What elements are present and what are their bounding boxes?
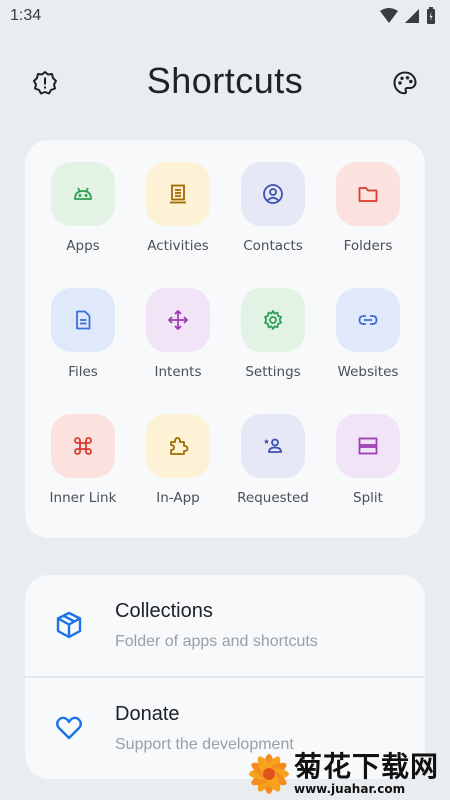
tile-activities[interactable]: Activities: [130, 162, 226, 270]
flower-logo-icon: [249, 754, 289, 794]
tile-icon-bg: [146, 162, 210, 226]
file-icon: [76, 310, 91, 330]
status-bar: 1:34: [0, 0, 450, 32]
list-item-title: Donate: [115, 703, 180, 725]
tile-label: Intents: [154, 364, 202, 380]
tile-icon-bg: [51, 414, 115, 478]
tile-icon-bg: [146, 414, 210, 478]
tile-icon-bg: [336, 162, 400, 226]
list-item-title: Collections: [115, 600, 213, 622]
page-title: Shortcuts: [146, 60, 304, 101]
list-item-collections[interactable]: Collections Folder of apps and shortcuts: [25, 575, 425, 678]
tile-apps[interactable]: Apps: [35, 162, 131, 270]
split-icon: [358, 437, 378, 455]
battery-icon: [427, 7, 435, 24]
tile-icon-bg: [241, 414, 305, 478]
tile-label: Contacts: [243, 238, 303, 254]
tile-icon-bg: [51, 288, 115, 352]
activity-list-icon: [170, 184, 186, 204]
app-header: Shortcuts: [0, 56, 450, 110]
command-icon: [74, 437, 92, 455]
tile-label: Requested: [237, 490, 309, 506]
tile-intents[interactable]: Intents: [130, 288, 226, 396]
move-arrows-icon: [168, 310, 188, 330]
tile-label: Folders: [343, 238, 393, 254]
theme-button[interactable]: [386, 64, 424, 102]
wifi-icon: [380, 8, 398, 23]
tile-in-app[interactable]: In-App: [130, 414, 226, 522]
status-time: 1:34: [10, 7, 42, 24]
android-icon: [74, 187, 92, 200]
tile-label: Split: [353, 490, 383, 506]
tile-label: Activities: [147, 238, 209, 254]
palette-icon: [393, 71, 417, 95]
tile-websites[interactable]: Websites: [320, 288, 416, 396]
tile-split[interactable]: Split: [320, 414, 416, 522]
tile-label: Websites: [337, 364, 399, 380]
tile-label: Settings: [245, 364, 301, 380]
tile-label: In-App: [156, 490, 200, 506]
folder-icon: [358, 187, 378, 202]
puzzle-icon: [170, 437, 189, 455]
contact-icon: [263, 184, 283, 204]
list-item-subtitle: Folder of apps and shortcuts: [115, 633, 318, 650]
tile-icon-bg: [241, 288, 305, 352]
tile-files[interactable]: Files: [35, 288, 131, 396]
tile-icon-bg: [146, 288, 210, 352]
tile-folders[interactable]: Folders: [320, 162, 416, 270]
watermark-text: 菊花下载网 www.juahar.com: [294, 750, 440, 797]
tile-icon-bg: [241, 162, 305, 226]
watermark-name: 菊花下载网: [294, 750, 440, 783]
tile-label: Inner Link: [49, 490, 117, 506]
link-icon: [358, 315, 378, 325]
tile-settings[interactable]: Settings: [225, 288, 321, 396]
status-icons: [380, 7, 436, 25]
tile-label: Files: [68, 364, 98, 380]
tile-icon-bg: [51, 162, 115, 226]
tile-requested[interactable]: Requested: [225, 414, 321, 522]
tile-icon-bg: [336, 414, 400, 478]
box-icon: [53, 609, 85, 641]
watermark-url: www.juahar.com: [294, 782, 406, 796]
tile-contacts[interactable]: Contacts: [225, 162, 321, 270]
heart-icon: [53, 712, 85, 744]
cell-signal-icon: [405, 9, 419, 23]
watermark: 菊花下载网 www.juahar.com: [244, 748, 450, 800]
gear-icon: [264, 310, 282, 330]
tile-inner-link[interactable]: Inner Link: [35, 414, 131, 522]
tile-icon-bg: [336, 288, 400, 352]
shortcut-grid: Apps Activities Contacts Folders Files I…: [25, 140, 425, 538]
person-star-icon: [264, 438, 282, 453]
tile-label: Apps: [66, 238, 100, 254]
